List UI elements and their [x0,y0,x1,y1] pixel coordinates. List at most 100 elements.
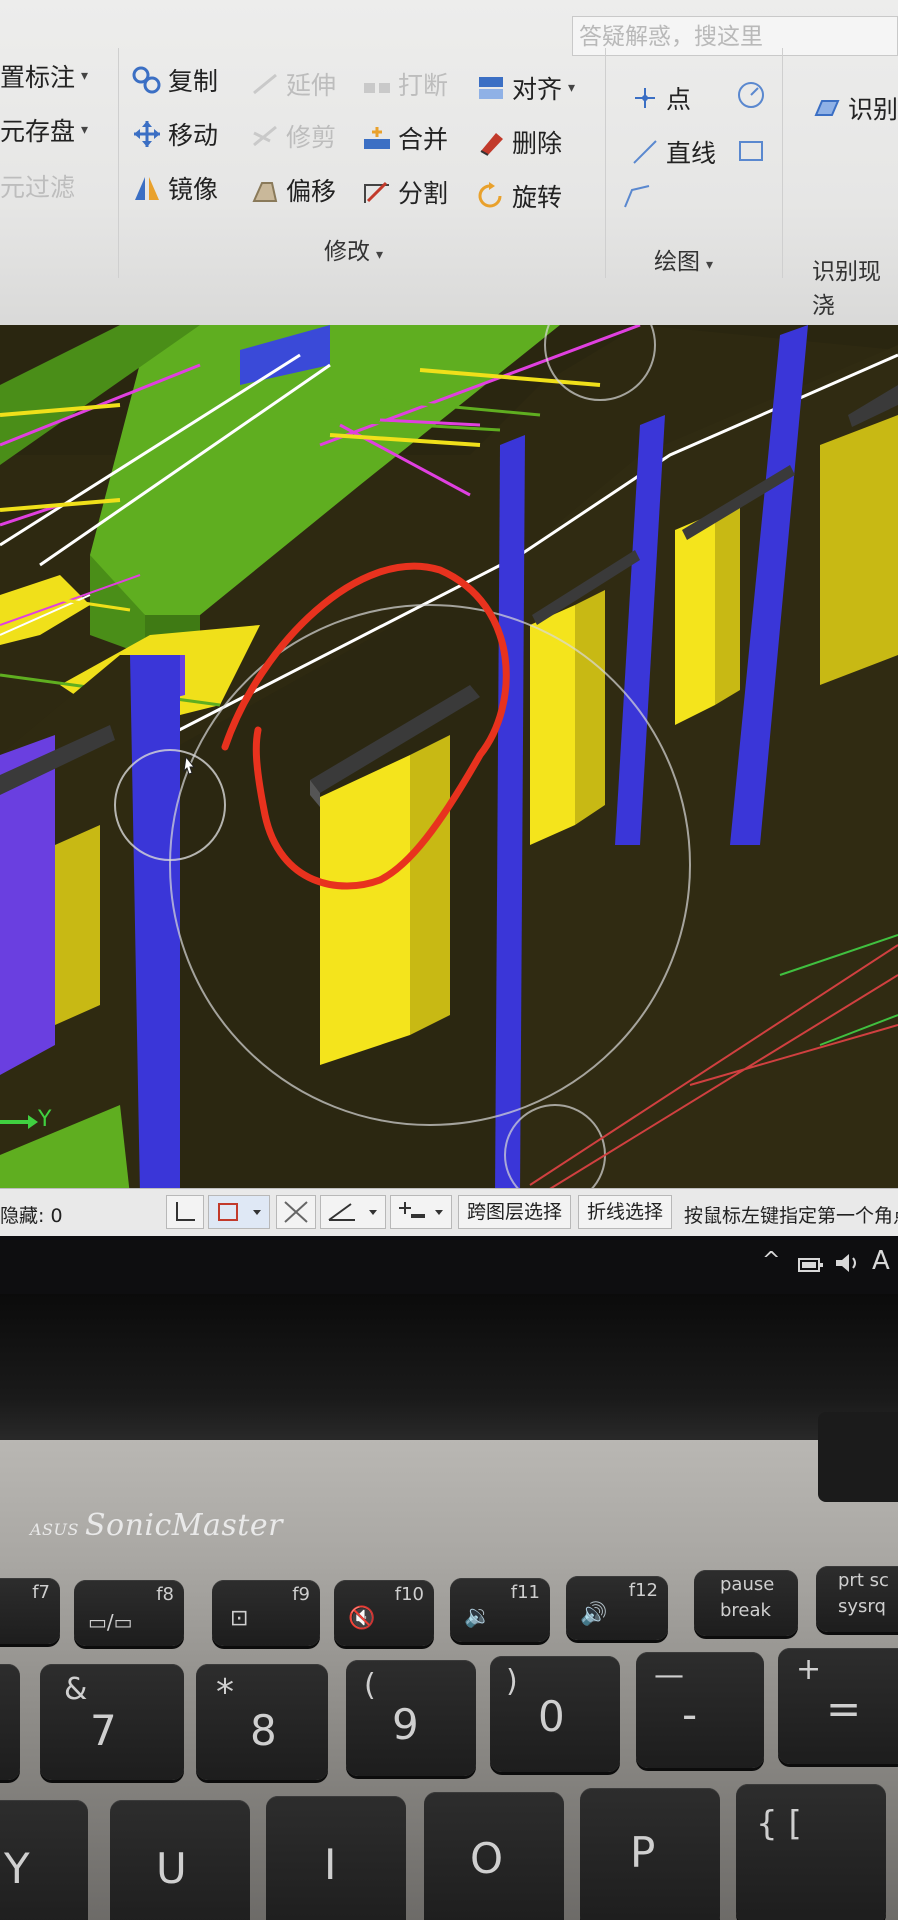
key-o[interactable]: O [424,1792,564,1920]
extend-button[interactable]: 延伸 [250,66,336,102]
merge-label: 合并 [398,125,449,154]
key-f8[interactable]: f8 ▭/▭ [74,1580,184,1646]
ortho-toggle[interactable] [166,1195,204,1229]
delete-label: 删除 [512,129,563,158]
key-minus[interactable]: — - [636,1652,764,1768]
draw-group-label[interactable]: 绘图 ▾ [654,242,713,276]
brand-name: SonicMaster [84,1508,283,1543]
identify-group-label: 识别现浇 [812,259,881,319]
key-y[interactable]: Y [0,1800,88,1920]
snap-toggle[interactable] [208,1195,270,1229]
axis-y-label: Y [38,1107,52,1132]
key-prtsc[interactable]: prt sc sysrq [816,1566,898,1632]
battery-icon[interactable] [798,1254,824,1279]
volume-down-icon: 🔉 [464,1604,492,1629]
key-i[interactable]: I [266,1796,406,1920]
rotate-button[interactable]: 旋转 [476,178,562,214]
key-f10[interactable]: f10 🔇 [334,1580,434,1646]
mirror-button[interactable]: 镜像 [132,170,218,206]
key-0[interactable]: ) 0 [490,1656,620,1772]
point-label: 点 [666,85,692,114]
modify-group-label[interactable]: 修改 ▾ [324,232,383,266]
circle-button[interactable] [736,80,772,110]
key-label: f10 [394,1584,424,1605]
polyline-select-button[interactable]: 折线选择 [578,1195,673,1229]
eraser-icon [476,127,506,157]
mute-icon: 🔇 [348,1606,376,1631]
extend-label: 延伸 [286,71,337,100]
cross-layer-select-button[interactable]: 跨图层选择 [458,1195,572,1229]
mirror-label: 镜像 [168,175,219,204]
tray-chevron-icon[interactable]: ^ [762,1248,780,1273]
break-button[interactable]: 打断 [362,66,448,102]
key-equals[interactable]: + = [778,1648,898,1764]
chevron-down-icon: ▾ [706,257,714,273]
angle-toggle[interactable] [320,1195,386,1229]
key-label: 8 [250,1706,277,1755]
identify-button[interactable]: 识别 [812,90,898,126]
key-f9[interactable]: f9 ⊡ [212,1580,320,1646]
rotate-label: 旋转 [512,183,563,212]
filter-item[interactable]: 元过滤 [0,168,75,204]
save-item[interactable]: 元存盘 ▾ [0,112,88,148]
key-pause[interactable]: pause break [694,1570,798,1636]
key-label: U [156,1844,187,1893]
key-6[interactable] [0,1664,20,1780]
key-f11[interactable]: f11 🔉 [450,1578,550,1642]
delete-button[interactable]: 删除 [476,124,562,160]
break-icon [362,69,392,99]
annotate-setting-item[interactable]: 置标注 ▾ [0,58,88,94]
split-label: 分割 [398,179,449,208]
cad-3d-viewport[interactable]: Y [0,325,898,1195]
command-hint: 按鼠标左键指定第一个角点 [684,1205,898,1227]
offset-button[interactable]: 偏移 [250,172,336,208]
cross-toggle[interactable] [276,1195,316,1229]
chevron-down-icon: ▾ [376,247,384,263]
key-label: break [720,1600,771,1621]
key-label: + [796,1652,822,1687]
move-icon [132,119,162,149]
key-f12[interactable]: f12 🔊 [566,1576,668,1640]
ribbon-toolbar: 答疑解惑，搜这里 置标注 ▾ 元存盘 ▾ 元过滤 复制 移动 镜像 延伸 修剪 … [0,0,898,340]
divider [782,48,783,278]
trim-button[interactable]: 修剪 [250,118,336,154]
line-button[interactable]: 直线 [630,134,716,170]
align-label: 对齐 [512,75,563,104]
polyline-icon [622,180,652,210]
line-label: 直线 [666,139,717,168]
key-8[interactable]: * 8 [196,1664,328,1780]
copy-icon [132,65,162,95]
key-bracket[interactable]: { [ [736,1784,886,1920]
draw-group-text: 绘图 [654,249,700,275]
identify-label: 识别 [848,95,898,124]
key-label: 7 [90,1706,117,1755]
copy-button[interactable]: 复制 [132,62,218,98]
dimension-toggle[interactable] [390,1195,452,1229]
input-language-indicator[interactable]: A [872,1246,890,1276]
key-f7[interactable]: f7 [0,1578,60,1644]
key-p[interactable]: P [580,1788,720,1920]
key-label: f7 [32,1582,50,1603]
snap-icon [218,1203,261,1221]
rectangle-button[interactable] [736,136,772,166]
search-input[interactable]: 答疑解惑，搜这里 [572,16,898,56]
axis-indicator: Y [0,1107,60,1137]
key-9[interactable]: ( 9 [346,1660,476,1776]
polyline-button[interactable] [622,180,658,210]
merge-icon [362,123,392,153]
point-button[interactable]: 点 [630,80,691,116]
move-button[interactable]: 移动 [132,116,218,152]
chevron-down-icon: ▾ [568,80,576,96]
volume-icon[interactable] [834,1252,862,1280]
split-button[interactable]: 分割 [362,174,448,210]
key-u[interactable]: U [110,1800,250,1920]
key-label: f12 [628,1580,658,1601]
align-button[interactable]: 对齐 ▾ [476,70,575,106]
ortho-icon [176,1202,195,1221]
hidden-count: 隐藏: 0 [0,1205,63,1227]
merge-button[interactable]: 合并 [362,120,448,156]
sonicmaster-logo: ASUS SonicMaster [30,1508,283,1543]
key-7[interactable]: & 7 [40,1664,184,1780]
break-label: 打断 [398,71,449,100]
red-annotation-circle [221,562,510,890]
